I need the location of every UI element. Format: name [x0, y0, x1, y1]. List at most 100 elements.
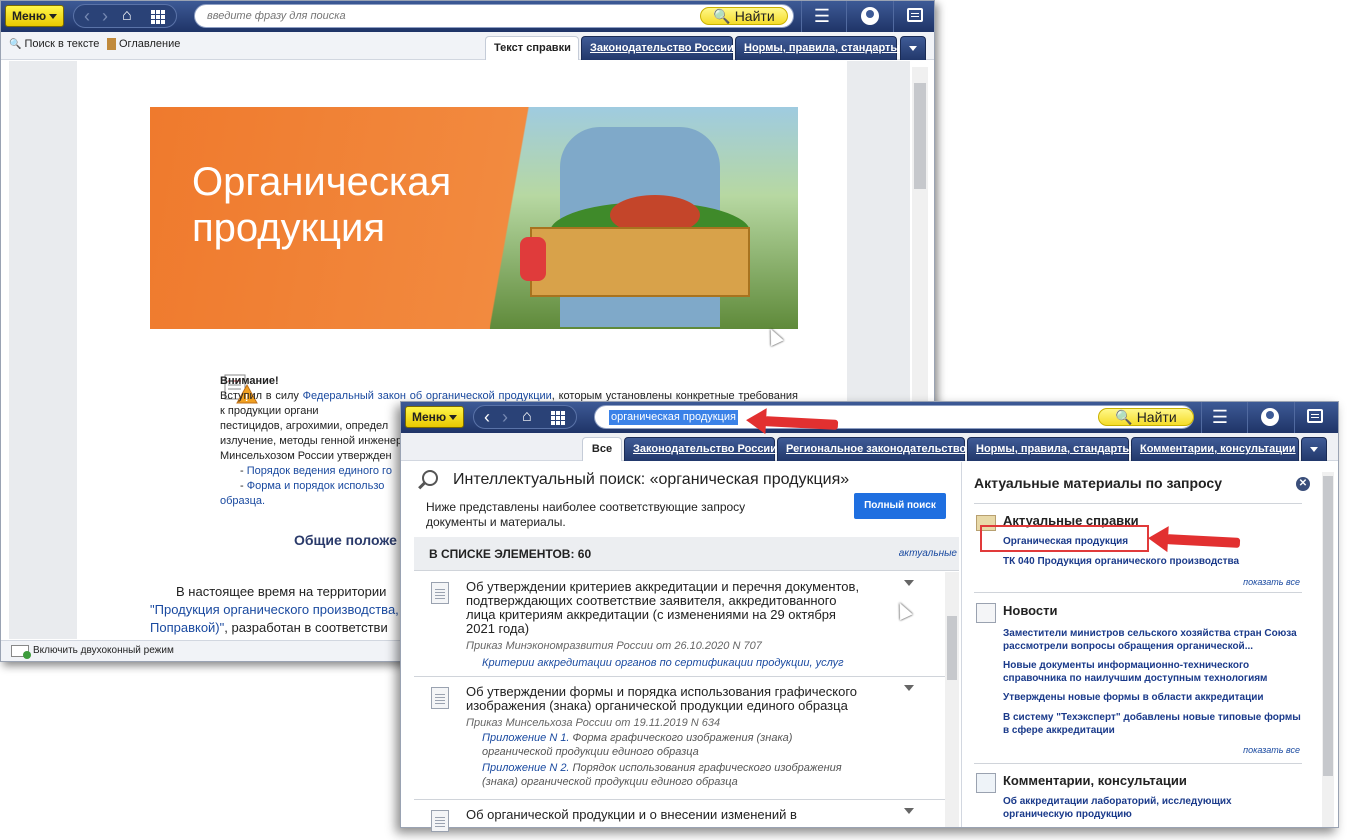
menu-button[interactable]: Меню — [5, 5, 65, 27]
list-count: В СПИСКЕ ЭЛЕМЕНТОВ: 60 — [429, 547, 592, 561]
feedback-chat-icon[interactable] — [907, 8, 923, 22]
actual-filter-link[interactable]: актуальные — [899, 548, 957, 559]
panel-title: Актуальные материалы по запросу — [974, 475, 1222, 491]
section-comments: Комментарии, консультации Об аккредитаци… — [974, 773, 1302, 823]
nav-group: ‹ › ⌂ — [473, 405, 577, 429]
apps-grid-icon[interactable] — [551, 411, 565, 425]
section-heading: Комментарии, консультации — [1003, 773, 1187, 788]
list-item[interactable]: Об утверждении формы и порядка использов… — [414, 677, 947, 800]
results-panel: Интеллектуальный поиск: «органическая пр… — [404, 462, 959, 832]
tab-comments-consultations[interactable]: Комментарии, консультации — [1131, 437, 1299, 461]
find-button[interactable]: 🔍 Найти — [1098, 408, 1194, 426]
tab-reference-text[interactable]: Текст справки — [485, 36, 579, 60]
list-item[interactable]: Об утверждении критериев аккредитации и … — [414, 572, 947, 677]
panel-scrollbar[interactable] — [1322, 472, 1334, 827]
home-icon[interactable]: ⌂ — [122, 6, 132, 26]
close-icon[interactable]: ✕ — [1296, 477, 1310, 491]
tabs-dropdown-button[interactable] — [900, 36, 926, 60]
show-all-link[interactable]: показать все — [1243, 745, 1300, 755]
contents-tool[interactable]: Оглавление — [107, 38, 181, 51]
tab-russian-legislation[interactable]: Законодательство России — [624, 437, 777, 461]
results-scrollbar[interactable] — [945, 572, 959, 827]
user-profile-icon[interactable] — [861, 7, 879, 25]
tools-bar: 🔍 Поиск в тексте Оглавление Текст справки… — [1, 32, 934, 60]
amendment-link[interactable]: Поправкой)" — [150, 620, 224, 635]
item-sublink[interactable]: Приложение N 2. Порядок использования гр… — [482, 761, 862, 789]
search-input[interactable]: органическая продукция — [609, 410, 738, 425]
tab-regional-legislation[interactable]: Региональное законодательство — [777, 437, 966, 461]
expand-chevron-icon[interactable] — [904, 685, 914, 691]
item-meta: Приказ Минсельхоза России от 19.11.2019 … — [466, 717, 721, 729]
find-button[interactable]: 🔍 Найти — [700, 7, 788, 25]
section-title: Общие положе — [294, 532, 397, 548]
scroll-thumb[interactable] — [947, 616, 957, 680]
list-item[interactable]: Об органической продукции и о внесении и… — [414, 800, 947, 840]
document-icon — [431, 582, 449, 604]
expand-chevron-icon[interactable] — [904, 580, 914, 586]
tabs-bar: Все Законодательство России Региональное… — [401, 433, 1338, 461]
banner-title: Органическая продукция — [192, 160, 452, 250]
full-search-button[interactable]: Полный поиск — [854, 493, 946, 519]
news-link[interactable]: Заместители министров сельского хозяйств… — [1003, 627, 1303, 653]
scroll-thumb[interactable] — [1323, 476, 1333, 776]
divider — [1294, 402, 1295, 433]
back-icon[interactable]: ‹ — [484, 407, 490, 427]
forward-icon[interactable]: › — [502, 407, 508, 427]
hamburger-menu-icon[interactable]: ☰ — [1209, 407, 1231, 427]
tab-all[interactable]: Все — [582, 437, 622, 461]
news-link[interactable]: Новые документы информационно-техническо… — [1003, 659, 1303, 685]
back-icon[interactable]: ‹ — [84, 6, 90, 26]
divider — [893, 1, 894, 32]
feedback-chat-icon[interactable] — [1307, 409, 1323, 423]
form-usage-link-tail[interactable]: образца. — [220, 495, 265, 507]
search-input[interactable] — [207, 8, 677, 24]
tab-russian-legislation[interactable]: Законодательство России — [581, 36, 734, 60]
item-sublink[interactable]: Критерии аккредитации органов по сертифи… — [482, 656, 862, 670]
user-profile-icon[interactable] — [1261, 408, 1279, 426]
tab-norms-standards[interactable]: Нормы, правила, стандарты — [967, 437, 1132, 461]
item-sublink[interactable]: Приложение N 1. Форма графического изобр… — [482, 731, 862, 759]
scroll-thumb[interactable] — [914, 83, 926, 189]
form-usage-link[interactable]: Форма и порядок использо — [247, 480, 385, 492]
news-link[interactable]: В систему "Техэксперт" добавлены новые т… — [1003, 711, 1303, 737]
menu-label: Меню — [12, 9, 47, 23]
show-all-link[interactable]: показать все — [1243, 577, 1300, 587]
dual-window-toggle[interactable]: Включить двухоконный режим — [33, 645, 174, 656]
tabs-dropdown-button[interactable] — [1301, 437, 1327, 461]
item-title[interactable]: Об утверждении формы и порядка использов… — [466, 685, 866, 713]
hamburger-menu-icon[interactable]: ☰ — [811, 6, 833, 26]
actual-ref-link[interactable]: ТК 040 Продукция органического производс… — [1003, 555, 1303, 568]
item-title[interactable]: Об утверждении критериев аккредитации и … — [466, 580, 866, 636]
news-link[interactable]: Утверждены новые формы в области аккреди… — [1003, 691, 1303, 704]
banner-image: Органическая продукция — [150, 107, 798, 329]
divider — [974, 503, 1302, 504]
document-icon — [431, 687, 449, 709]
dual-window-icon — [11, 645, 31, 659]
notice-heading: Внимание! — [220, 375, 279, 387]
apps-grid-icon[interactable] — [151, 10, 165, 24]
section-heading: Новости — [1003, 603, 1058, 618]
list-header: В СПИСКЕ ЭЛЕМЕНТОВ: 60 актуальные — [414, 537, 959, 571]
search-box: органическая продукция 🔍 Найти — [594, 405, 1194, 429]
divider — [1201, 402, 1202, 433]
item-title[interactable]: Об органической продукции и о внесении и… — [466, 808, 866, 822]
caret-down-icon — [449, 415, 458, 421]
home-icon[interactable]: ⌂ — [522, 407, 532, 427]
pen-document-icon — [976, 773, 996, 793]
toolbar: Меню ‹ › ⌂ 🔍 Найти ☰ — [1, 1, 934, 32]
registry-order-link[interactable]: Порядок ведения единого го — [247, 465, 392, 477]
standard-link[interactable]: "Продукция органического производства, — [150, 602, 399, 617]
document-icon — [431, 810, 449, 832]
search-window: Меню ‹ › ⌂ органическая продукция 🔍 Найт… — [400, 401, 1339, 832]
comment-link[interactable]: Об аккредитации лабораторий, исследующих… — [1003, 795, 1303, 821]
tab-norms-standards[interactable]: Нормы, правила, стандарты — [735, 36, 900, 60]
tool-label: Оглавление — [119, 38, 181, 50]
search-in-text-tool[interactable]: 🔍 Поиск в тексте — [9, 38, 99, 50]
forward-icon[interactable]: › — [102, 6, 108, 26]
expand-chevron-icon[interactable] — [904, 808, 914, 814]
menu-button[interactable]: Меню — [405, 406, 465, 428]
section-news: Новости Заместители министров сельского … — [974, 603, 1302, 763]
caret-down-icon — [49, 14, 58, 20]
newspaper-icon — [976, 603, 996, 623]
magnifier-icon — [422, 470, 438, 486]
